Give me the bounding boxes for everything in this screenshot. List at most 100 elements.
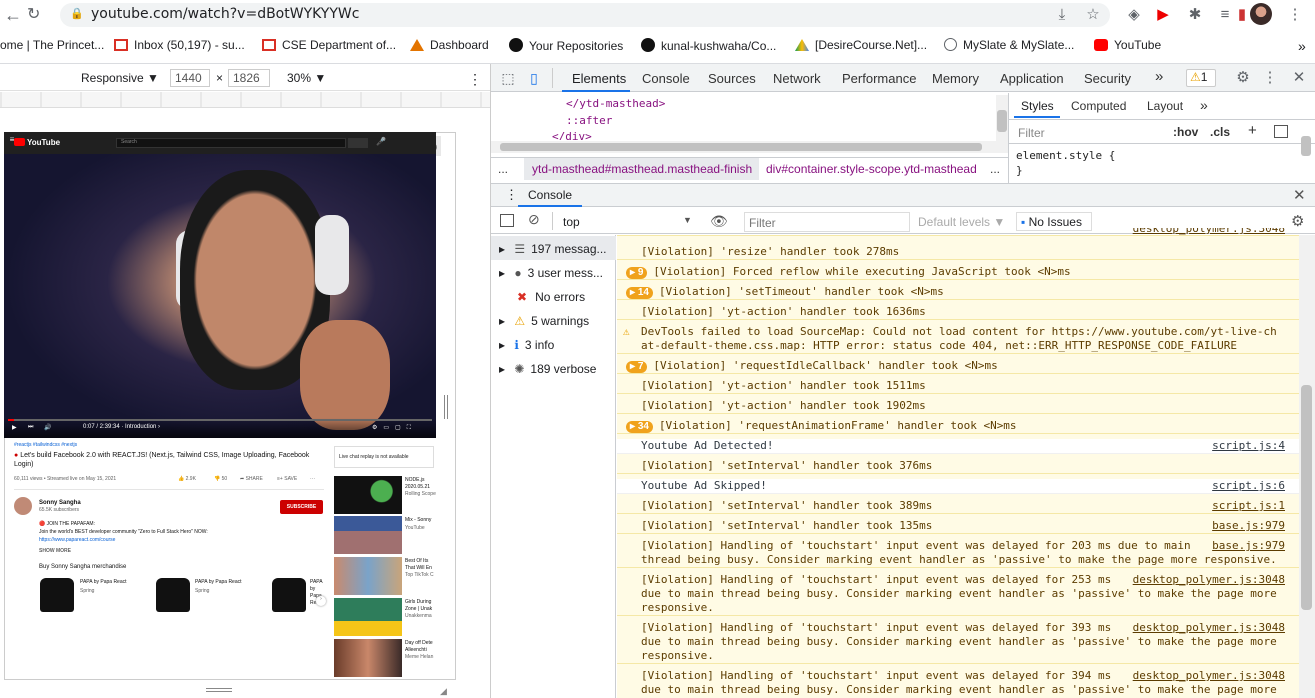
menu-dots-icon[interactable]: ⋮: [1285, 5, 1305, 25]
like-button[interactable]: 👍 2.9K: [178, 476, 196, 483]
share-button[interactable]: ➦ SHARE: [240, 476, 263, 483]
dom-node[interactable]: </ytd-masthead>: [566, 97, 665, 110]
merch-shirt[interactable]: [156, 578, 190, 612]
sidebar-item-user-messages[interactable]: ▸ ● 3 user mess...: [499, 266, 603, 280]
profile-avatar[interactable]: [1250, 3, 1272, 25]
scrollbar-thumb[interactable]: [1301, 385, 1312, 610]
inspect-element-icon[interactable]: ⬚: [498, 68, 518, 88]
more-icon[interactable]: ···: [310, 476, 315, 483]
related-title[interactable]: Day off Dete Alleenchti: [405, 640, 436, 654]
sidebar-item-verbose[interactable]: ▸ ✺ 189 verbose: [499, 362, 596, 376]
tab-elements[interactable]: Elements: [572, 71, 626, 86]
hover-state-toggle[interactable]: :hov: [1173, 125, 1198, 139]
bookmark-item[interactable]: Dashboard: [410, 38, 489, 52]
video-progress-bar[interactable]: [8, 419, 432, 421]
download-icon[interactable]: ⤓: [1052, 5, 1072, 25]
viewport-resize-handle[interactable]: [206, 688, 232, 692]
source-link[interactable]: script.js:6: [1212, 479, 1285, 493]
media-query-ruler[interactable]: [0, 92, 490, 108]
lock-icon[interactable]: 🔒: [70, 7, 84, 20]
close-icon[interactable]: ✕: [1293, 186, 1306, 204]
source-link[interactable]: desktop_polymer.js:3048: [1133, 669, 1285, 683]
tab-computed[interactable]: Computed: [1071, 99, 1126, 113]
source-link[interactable]: base.js:979: [1212, 519, 1285, 533]
settings-gear-icon[interactable]: ⚙: [1233, 68, 1253, 88]
bookmarks-overflow-icon[interactable]: »: [1298, 38, 1306, 54]
extension-play-icon[interactable]: ▶: [1153, 5, 1173, 25]
device-width-input[interactable]: 1440: [170, 69, 210, 87]
sidebar-toggle-icon[interactable]: [500, 214, 514, 227]
bookmark-item[interactable]: kunal-kushwaha/Co...: [641, 38, 776, 53]
description-link[interactable]: https://www.papareact.com/course: [39, 537, 115, 544]
tab-application[interactable]: Application: [1000, 71, 1064, 86]
chevron-down-icon[interactable]: ▼: [683, 215, 692, 225]
class-toggle[interactable]: .cls: [1210, 125, 1230, 139]
scrollbar-thumb[interactable]: [1301, 136, 1311, 156]
tab-sources[interactable]: Sources: [708, 71, 756, 86]
tab-security[interactable]: Security: [1084, 71, 1131, 86]
scrollbar-thumb[interactable]: [997, 110, 1007, 132]
tab-network[interactable]: Network: [773, 71, 821, 86]
tab-console[interactable]: Console: [642, 71, 690, 86]
reload-icon[interactable]: ↻: [27, 5, 47, 25]
sidebar-item-warnings[interactable]: ▸ ⚠ 5 warnings: [499, 314, 589, 328]
extension-diamond-icon[interactable]: ◈: [1124, 5, 1144, 25]
bookmark-item[interactable]: Inbox (50,197) - su...: [114, 38, 245, 52]
related-title[interactable]: Girls During Zone | Unak: [405, 599, 436, 613]
bookmark-item[interactable]: ome | The Princet...: [0, 38, 104, 52]
drawer-menu-icon[interactable]: ⋮: [505, 187, 518, 203]
hashtags[interactable]: #reactjs #tailwindcss #nextjs: [14, 442, 77, 449]
tab-layout[interactable]: Layout: [1147, 99, 1183, 113]
source-link[interactable]: script.js:1: [1212, 499, 1285, 513]
tab-styles[interactable]: Styles: [1021, 99, 1054, 113]
device-height-input[interactable]: 1826: [228, 69, 270, 87]
source-link[interactable]: desktop_polymer.js:3048: [1133, 621, 1285, 635]
bookmark-item[interactable]: YouTube: [1094, 38, 1161, 52]
chevron-right-icon[interactable]: ›: [316, 596, 326, 606]
styles-filter-input[interactable]: Filter: [1018, 126, 1045, 140]
device-toggle-icon[interactable]: ▯: [524, 68, 544, 88]
sidebar-toggle-icon[interactable]: [1274, 125, 1288, 138]
log-levels-select[interactable]: Default levels ▼: [918, 215, 1005, 229]
sidebar-item-errors[interactable]: ✖ No errors: [517, 290, 585, 304]
bookmark-item[interactable]: [DesireCourse.Net]...: [795, 38, 927, 52]
star-icon[interactable]: ☆: [1083, 5, 1103, 25]
source-link[interactable]: desktop_polymer.js:3048: [1133, 573, 1285, 587]
show-more-button[interactable]: SHOW MORE: [39, 548, 71, 555]
merch-title[interactable]: PAPA by Papa React: [80, 579, 127, 586]
breadcrumb-item[interactable]: div#container.style-scope.ytd-masthead: [766, 162, 977, 176]
dom-pseudo[interactable]: ::after: [566, 114, 612, 127]
source-link[interactable]: script.js:4: [1212, 439, 1285, 453]
bookmark-item[interactable]: CSE Department of...: [262, 38, 396, 52]
bookmark-item[interactable]: Your Repositories: [509, 38, 623, 53]
element-style-rule[interactable]: element.style {: [1016, 149, 1115, 162]
search-button[interactable]: [348, 138, 368, 148]
puzzle-icon[interactable]: ✱: [1185, 5, 1205, 25]
sidebar-item-info[interactable]: ▸ ℹ3 info: [499, 338, 554, 352]
youtube-logo[interactable]: YouTube: [14, 138, 60, 147]
volume-icon[interactable]: 🔊: [44, 424, 51, 431]
zoom-select[interactable]: 30% ▼: [287, 71, 326, 85]
warnings-counter[interactable]: ⚠1: [1186, 69, 1216, 87]
devtools-menu-icon[interactable]: ⋮: [1260, 68, 1280, 88]
device-menu-icon[interactable]: ⋮: [468, 71, 482, 88]
related-thumbnail[interactable]: [334, 516, 402, 554]
source-link[interactable]: base.js:979: [1212, 539, 1285, 553]
save-button[interactable]: ≡+ SAVE: [277, 476, 297, 483]
corner-resize-icon[interactable]: ◢: [440, 686, 447, 697]
url-text[interactable]: youtube.com/watch?v=dBotWYKYYWc: [91, 6, 359, 22]
add-rule-icon[interactable]: +: [1248, 122, 1257, 139]
dom-node[interactable]: </div>: [552, 130, 592, 140]
play-icon[interactable]: ▶: [12, 424, 17, 431]
related-thumbnail[interactable]: [334, 557, 402, 595]
channel-name[interactable]: Sonny Sangha: [39, 499, 81, 507]
related-title[interactable]: Mix - Sonny: [405, 517, 436, 524]
youtube-search-input[interactable]: Search: [116, 138, 346, 148]
tab-console-drawer[interactable]: Console: [528, 188, 572, 202]
merch-shirt[interactable]: [40, 578, 74, 612]
device-mode-select[interactable]: Responsive ▼: [81, 71, 159, 85]
breadcrumb-overflow[interactable]: ...: [990, 162, 1000, 176]
microphone-icon[interactable]: 🎤: [376, 137, 386, 146]
related-thumbnail[interactable]: [334, 598, 402, 636]
context-select[interactable]: top: [563, 215, 580, 229]
